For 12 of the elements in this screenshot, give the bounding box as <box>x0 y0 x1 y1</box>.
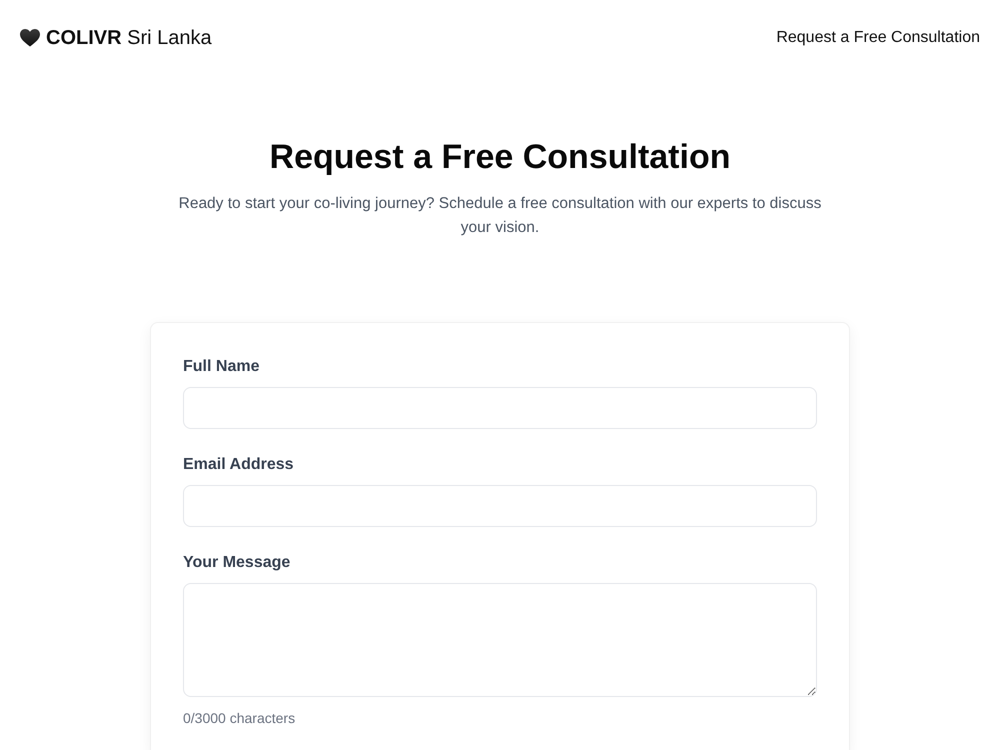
field-label: Your Message <box>183 553 290 573</box>
character-counter: 0/3000 characters <box>183 709 296 728</box>
text-input-field[interactable] <box>183 387 817 429</box>
page-subtitle: Ready to start your co-living journey? Schedule a free consultation with our experts to discuss your vision. <box>178 194 822 238</box>
nav-link[interactable]: Request a Free Consultation <box>776 27 980 49</box>
logo-link[interactable]: COLIVR Sri Lanka <box>20 26 212 50</box>
email-input-field[interactable] <box>183 485 817 527</box>
field-label: Full Name <box>183 357 260 377</box>
message-textarea[interactable] <box>183 583 817 697</box>
heart-icon <box>20 29 40 47</box>
page-title: Request a Free Consultation <box>270 137 730 178</box>
field-label: Email Address <box>183 455 294 475</box>
